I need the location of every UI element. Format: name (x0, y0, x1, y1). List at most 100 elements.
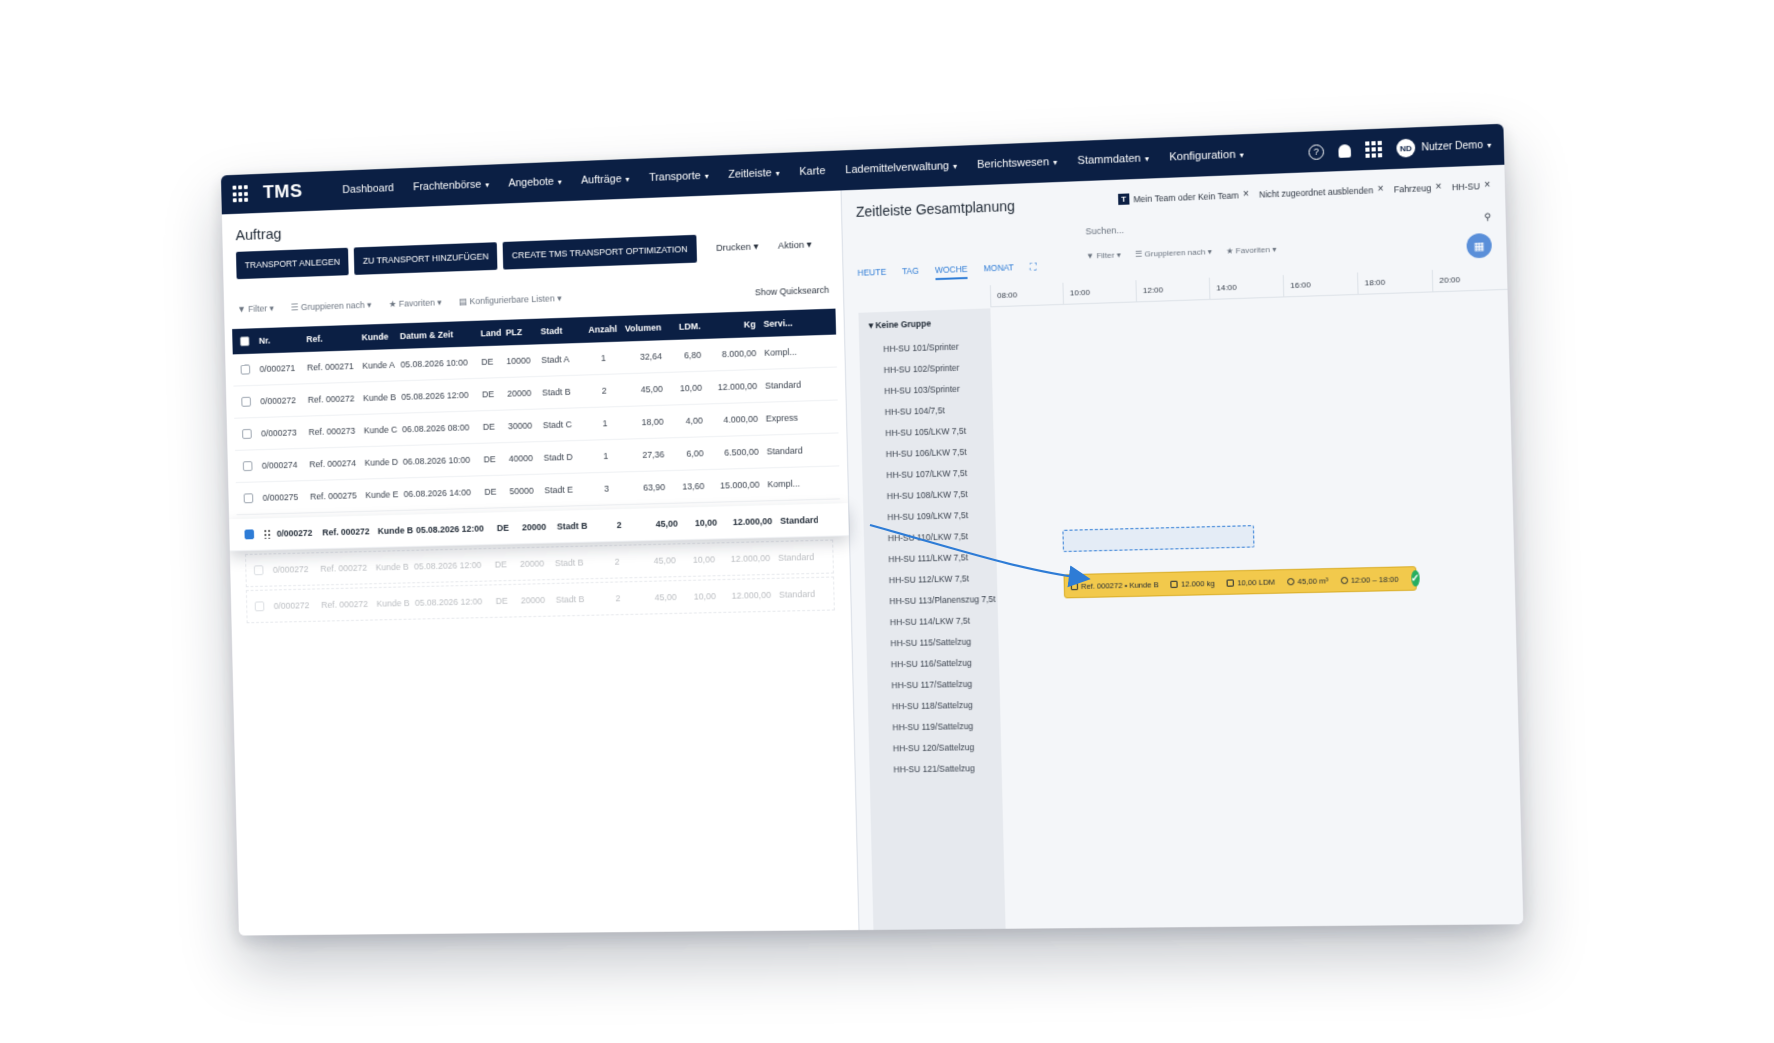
bell-icon[interactable] (1338, 143, 1352, 158)
select-all-checkbox[interactable] (239, 336, 259, 347)
calendar-action-icon[interactable]: ▦ (1466, 232, 1493, 259)
nav-item-8[interactable]: Berichtswesen ▾ (977, 156, 1057, 171)
row-checkbox[interactable] (242, 461, 262, 472)
nav-item-0[interactable]: Dashboard (342, 182, 394, 196)
vehicle-group-column: ▾ Keine Gruppe HH-SU 101/Sprinter HH-SU 1… (858, 308, 1006, 930)
cell-service-value: Standard (778, 588, 816, 600)
col-datum[interactable]: Datum & Zeit (400, 329, 481, 341)
cell-kg-value: 12.000,00 (730, 553, 771, 564)
timeline-group-dropdown[interactable]: ☰ Gruppieren nach ▾ (1135, 247, 1212, 259)
row-checkbox[interactable] (253, 565, 273, 576)
filter-dropdown[interactable]: ▼ Filter ▾ (237, 303, 274, 315)
vehicle-row[interactable]: HH-SU 116/Sattelzug (867, 652, 1000, 676)
search-input[interactable]: Suchen... (1085, 225, 1124, 238)
col-volumen[interactable]: Volumen (620, 322, 662, 333)
help-icon[interactable]: ? (1308, 143, 1325, 160)
cell-ref: Ref. 000272 (308, 393, 364, 405)
nav-item-10[interactable]: Konfiguration ▾ (1169, 148, 1244, 164)
tab-monat[interactable]: MONAT (984, 262, 1015, 278)
zu-transport-hinzufuegen-button[interactable]: ZU TRANSPORT HINZUFÜGEN (353, 242, 498, 275)
filter-chip[interactable]: HH-SU × (1452, 180, 1491, 193)
nav-item-7[interactable]: Lademittelverwaltung ▾ (845, 160, 957, 176)
nav-item-label: Angebote (508, 175, 555, 190)
show-quicksearch-link[interactable]: Show Quicksearch (755, 284, 829, 297)
nav-item-3[interactable]: Aufträge ▾ (581, 173, 630, 186)
close-icon[interactable]: × (1484, 180, 1490, 192)
cell-plz-value: 20000 (520, 595, 546, 606)
nav-item-6[interactable]: Karte (799, 165, 825, 178)
cell-plz-value: 20000 (521, 521, 547, 533)
cell-kg: 15.000,00 (704, 480, 760, 491)
timeline-filter-dropdown[interactable]: ▼ Filter ▾ (1086, 250, 1121, 260)
nav-item-5[interactable]: Zeitleiste ▾ (728, 167, 780, 181)
tab-woche[interactable]: WOCHE (934, 263, 968, 281)
close-icon[interactable]: × (1243, 189, 1249, 200)
timeline-grid[interactable]: Ref. 000272 • Kunde B 12.000 kg 10,00 LD… (990, 291, 1523, 929)
vehicle-row[interactable]: HH-SU 120/Sattelzug (869, 737, 1002, 760)
col-plz[interactable]: PLZ (506, 327, 541, 337)
col-service[interactable]: Servi... (756, 318, 802, 329)
filter-chip[interactable]: Nicht zugeordnet ausblenden × (1259, 184, 1384, 200)
row-checkbox[interactable] (242, 428, 261, 439)
filter-chip[interactable]: T Mein Team oder Kein Team × (1118, 189, 1249, 205)
nav-item-label: Karte (799, 165, 826, 179)
close-icon[interactable]: × (1377, 184, 1383, 195)
col-land[interactable]: Land (480, 328, 505, 339)
tab-heute[interactable]: HEUTE (857, 267, 886, 283)
user-menu[interactable]: ND Nutzer Demo ▾ (1396, 136, 1491, 158)
timeline-favorites-dropdown[interactable]: ★ Favoriten ▾ (1226, 245, 1277, 256)
aktion-dropdown[interactable]: Aktion ▾ (778, 239, 812, 251)
vehicle-row[interactable]: HH-SU 121/Sattelzug (869, 758, 1002, 781)
nav-item-9[interactable]: Stammdaten ▾ (1077, 152, 1149, 168)
group-header[interactable]: ▾ Keine Gruppe (858, 308, 991, 339)
row-checkbox[interactable] (254, 601, 274, 612)
cell-ldm: 10,00 (677, 591, 716, 602)
cell-land: DE (483, 421, 508, 432)
group-by-dropdown[interactable]: ☰ Gruppieren nach ▾ (291, 300, 372, 314)
configurable-lists-dropdown[interactable]: ▤ Konfigurierbare Listen ▾ (459, 293, 562, 307)
fullscreen-icon[interactable]: ⛶ (1030, 261, 1036, 276)
vehicle-row[interactable]: HH-SU 111/LKW 7,5t (864, 547, 997, 571)
favorites-dropdown[interactable]: ★ Favoriten ▾ (389, 297, 442, 310)
row-checkbox[interactable] (241, 396, 260, 407)
vehicle-row[interactable]: HH-SU 114/LKW 7,5t (866, 610, 999, 634)
drag-handle-icon[interactable] (263, 529, 272, 540)
timeline-panel: Zeitleiste Gesamtplanung T Mein Team oder… (841, 164, 1524, 931)
col-stadt[interactable]: Stadt (540, 325, 585, 337)
vehicle-row[interactable]: HH-SU 112/LKW 7,5t (865, 568, 998, 592)
nav-item-4[interactable]: Transporte ▾ (649, 170, 709, 184)
col-kg[interactable]: Kg (700, 319, 756, 331)
apps-grid-icon[interactable] (1365, 140, 1383, 158)
col-kunde[interactable]: Kunde (361, 331, 399, 343)
cell-plz: 50000 (509, 485, 544, 497)
col-ldm[interactable]: LDM. (661, 321, 701, 332)
cell-anzahl: 2 (601, 520, 636, 531)
vehicle-row[interactable]: HH-SU 113/Planenszug 7,5t (865, 589, 998, 613)
row-checkbox[interactable] (240, 364, 260, 375)
tab-tag[interactable]: TAG (902, 266, 919, 282)
row-checkbox[interactable] (243, 493, 263, 504)
col-anzahl[interactable]: Anzahl (585, 324, 620, 335)
brand-logo[interactable]: TMS (263, 181, 303, 204)
drucken-dropdown[interactable]: Drucken ▾ (716, 241, 758, 253)
transport-anlegen-button[interactable]: TRANSPORT ANLEGEN (235, 247, 349, 280)
transport-ref-label: Ref. 000272 • Kunde B (1080, 579, 1159, 591)
row-checkbox[interactable] (244, 529, 263, 540)
cell-volumen-value: 45,00 (640, 383, 663, 395)
vehicle-row[interactable]: HH-SU 119/Sattelzug (868, 716, 1001, 739)
vehicle-row[interactable]: HH-SU 118/Sattelzug (868, 694, 1001, 717)
cell-anzahl-value: 2 (614, 556, 620, 567)
vehicle-row[interactable]: HH-SU 117/Sattelzug (867, 673, 1000, 697)
app-grid-icon[interactable] (232, 185, 250, 203)
drop-target-placeholder[interactable] (1062, 525, 1255, 553)
transport-bar[interactable]: Ref. 000272 • Kunde B 12.000 kg 10,00 LD… (1063, 566, 1420, 599)
nav-item-2[interactable]: Angebote ▾ (508, 176, 562, 190)
col-ref[interactable]: Ref. (306, 333, 361, 344)
close-icon[interactable]: × (1435, 182, 1441, 193)
search-icon[interactable]: ⚲ (1484, 211, 1491, 223)
cell-plz: 20000 (520, 558, 555, 569)
col-nr[interactable]: Nr. (259, 334, 307, 346)
filter-chip[interactable]: Fahrzeug × (1394, 182, 1442, 195)
vehicle-row[interactable]: HH-SU 115/Sattelzug (866, 631, 999, 655)
nav-item-1[interactable]: Frachtenbörse ▾ (413, 178, 489, 193)
